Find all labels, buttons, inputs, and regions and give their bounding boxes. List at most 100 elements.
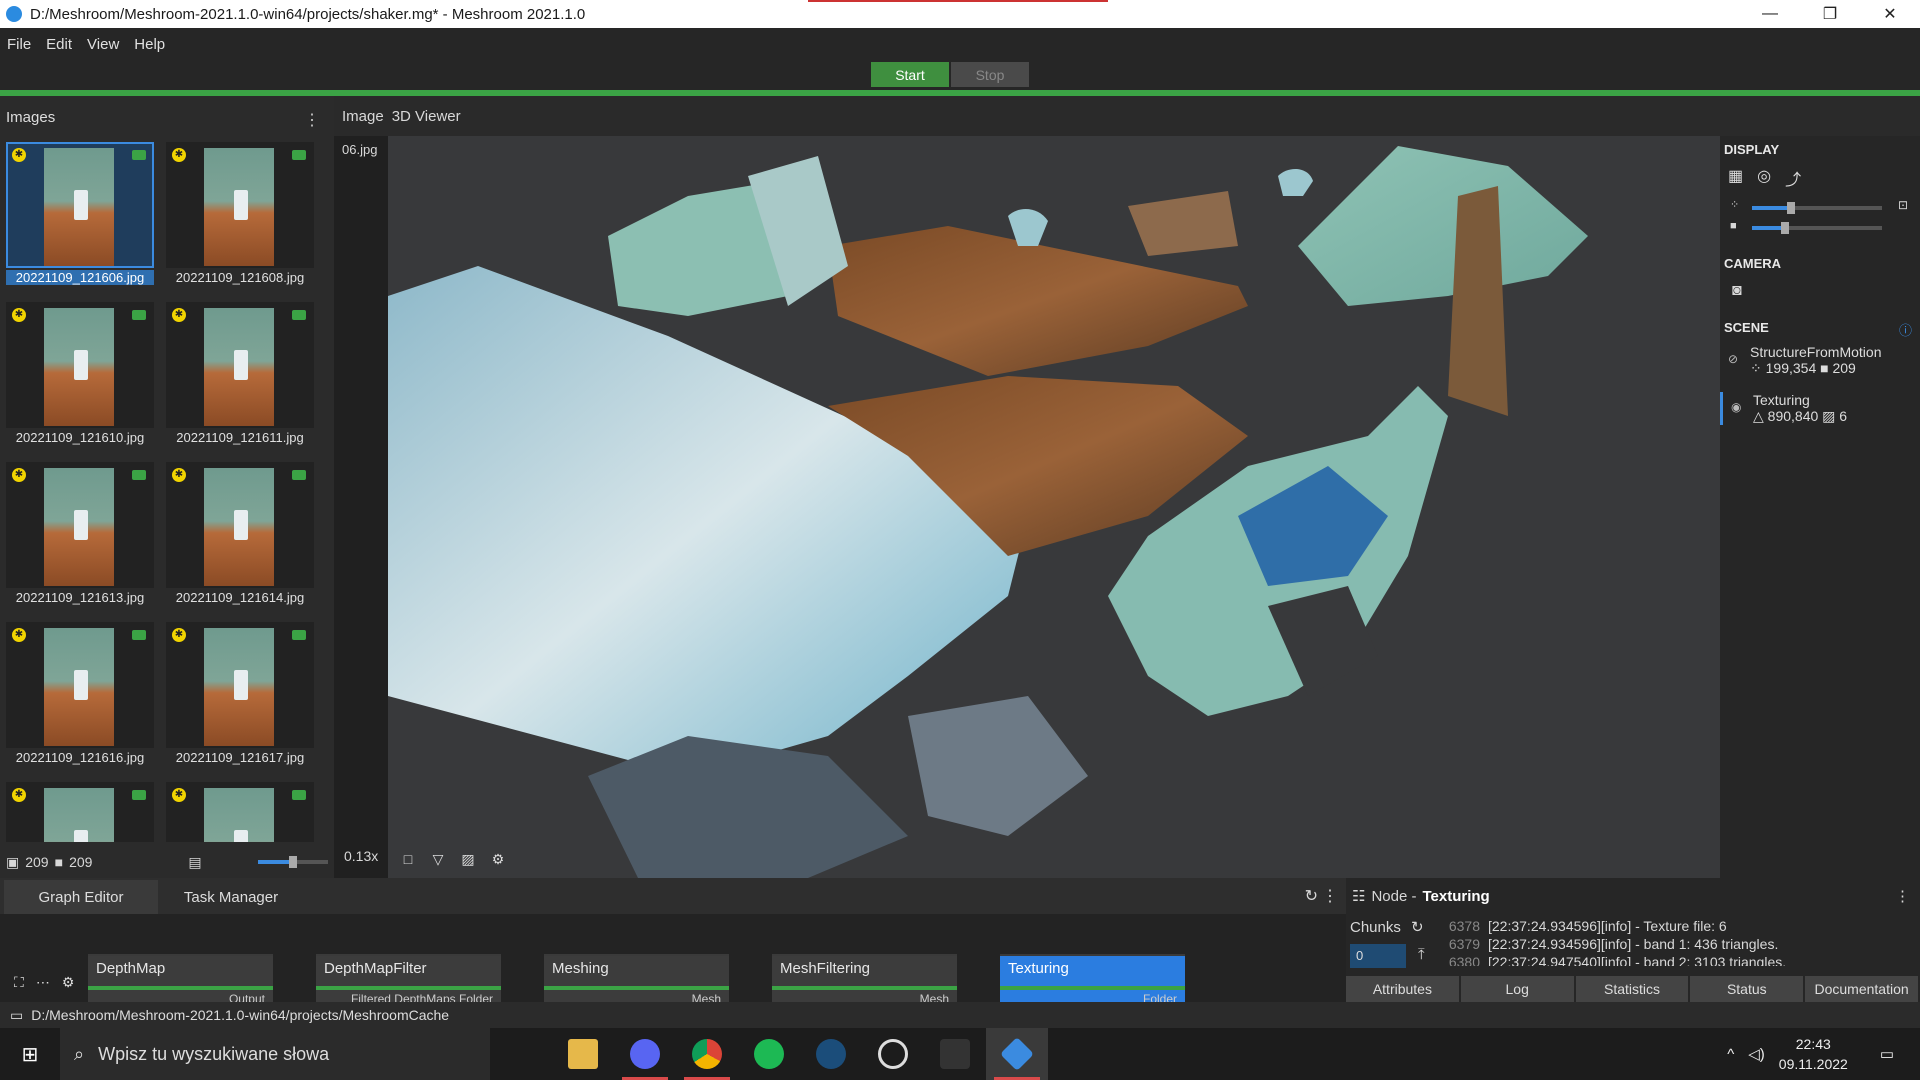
tab-log[interactable]: Log	[1460, 976, 1576, 1002]
chunks-list: Chunks ↻ 0 ⤒	[1350, 918, 1440, 968]
notion-icon[interactable]	[924, 1028, 986, 1080]
image-thumbnail[interactable]: ✱ 20221109_121614.jpg	[166, 462, 314, 612]
point-size-knob[interactable]	[1787, 202, 1795, 214]
image-thumbnail[interactable]: ✱ 20221109_121616.jpg	[6, 622, 154, 772]
triangle-icon[interactable]: ▽	[428, 851, 448, 868]
back-wall-shape	[1298, 146, 1588, 306]
graph-editor[interactable]: DepthMap Output DepthMapFilter Filtered …	[0, 914, 1346, 1002]
scene-section-title: SCENE	[1724, 320, 1769, 335]
fit-view-icon[interactable]: ⛶	[14, 974, 24, 991]
start-button[interactable]: Start	[871, 62, 949, 87]
node-menu-icon[interactable]: ⋮	[1895, 887, 1910, 905]
node-output: Output	[228, 992, 265, 1002]
image-thumbnail[interactable]: ✱	[166, 782, 314, 842]
menu-view[interactable]: View	[80, 36, 127, 53]
maximize-button[interactable]: ❐	[1800, 0, 1860, 28]
volume-icon[interactable]: ◁)	[1748, 1045, 1765, 1063]
tab-image[interactable]: Image	[342, 108, 384, 125]
images-menu-icon[interactable]: ⋮	[304, 110, 320, 130]
fit-icon[interactable]: ⊡	[1898, 198, 1908, 212]
refresh-icon[interactable]: ↻	[1305, 886, 1318, 906]
tab-documentation[interactable]: Documentation	[1805, 976, 1920, 1002]
thumbnail-photo	[204, 788, 274, 842]
tab-attributes[interactable]: Attributes	[1346, 976, 1461, 1002]
node-depthmap[interactable]: DepthMap Output	[88, 954, 273, 1002]
chunks-refresh-icon[interactable]: ↻	[1411, 919, 1424, 936]
image-thumbnail[interactable]: ✱ 20221109_121606.jpg	[6, 142, 154, 292]
graph-menu-icon[interactable]: ⋮	[1322, 886, 1338, 906]
info-icon[interactable]: ⓘ	[1899, 320, 1912, 339]
camera-icon	[292, 150, 306, 160]
node-status-bar	[544, 986, 729, 990]
node-output: Folder	[1142, 992, 1177, 1002]
node-texturing[interactable]: Texturing Folder	[1000, 954, 1185, 1002]
log-view[interactable]: 6378 [22:37:24.934596][info] - Texture fi…	[1444, 918, 1914, 966]
image-thumbnail[interactable]: ✱ 20221109_121613.jpg	[6, 462, 154, 612]
chevron-up-icon[interactable]: ^	[1727, 1046, 1734, 1063]
stop-button[interactable]: Stop	[951, 62, 1029, 87]
settings-icon[interactable]: ⚙	[488, 851, 508, 868]
image-thumbnail[interactable]: ✱ 20221109_121611.jpg	[166, 302, 314, 452]
chrome-icon[interactable]	[676, 1028, 738, 1080]
scroll-top-icon[interactable]: ⤒	[1418, 946, 1425, 963]
windows-start-icon[interactable]: ⊞	[0, 1028, 60, 1080]
node-meshing[interactable]: Meshing Mesh	[544, 954, 729, 1002]
axis-icon[interactable]: ⤴	[1785, 166, 1801, 190]
image-thumbnail[interactable]: ✱ 20221109_121617.jpg	[166, 622, 314, 772]
grid-icon[interactable]: ▦	[1728, 166, 1743, 190]
tab-status[interactable]: Status	[1690, 976, 1806, 1002]
image-thumbnail[interactable]: ✱ 20221109_121610.jpg	[6, 302, 154, 452]
search-icon: ⌕	[74, 1043, 85, 1064]
close-button[interactable]: ✕	[1860, 0, 1920, 28]
eye-icon[interactable]: ◉	[1731, 400, 1741, 414]
tab-graph-editor[interactable]: Graph Editor	[4, 880, 158, 914]
minimize-button[interactable]: —	[1740, 0, 1800, 28]
target-icon[interactable]: ◎	[1757, 166, 1771, 190]
node-depthmapfilter[interactable]: DepthMapFilter Filtered DepthMaps Folder	[316, 954, 501, 1002]
taskbar-search[interactable]: ⌕ Wpisz tu wyszukiwane słowa	[60, 1028, 490, 1080]
star-icon: ✱	[172, 788, 186, 802]
image-thumbnail[interactable]: ✱	[6, 782, 154, 842]
texture-icon[interactable]: ▨	[458, 851, 478, 868]
scene-item-sfm[interactable]: ⊘ StructureFromMotion ⁘ 199,354 ■ 209	[1720, 344, 1920, 377]
thumbnail-label: 20221109_121614.jpg	[175, 590, 305, 605]
graph-settings-icon[interactable]: ⚙	[62, 974, 75, 991]
tab-task-manager[interactable]: Task Manager	[158, 880, 304, 914]
cache-path[interactable]: D:/Meshroom/Meshroom-2021.1.0-win64/proj…	[31, 1007, 449, 1023]
notifications-icon[interactable]: ▭	[1880, 1045, 1894, 1063]
tab-statistics[interactable]: Statistics	[1575, 976, 1691, 1002]
meshroom-icon[interactable]	[986, 1028, 1048, 1080]
clock[interactable]: 22:43 09.11.2022	[1779, 1034, 1848, 1074]
3d-viewport[interactable]	[388, 136, 1720, 878]
thumbnail-size-icon[interactable]: ▤	[188, 854, 201, 871]
node-meshfiltering[interactable]: MeshFiltering Mesh	[772, 954, 957, 1002]
discord-icon[interactable]	[614, 1028, 676, 1080]
scene-item-texturing[interactable]: ◉ Texturing △ 890,840 ▨ 6	[1720, 392, 1920, 425]
chunk-item[interactable]: 0	[1350, 944, 1406, 968]
github-desktop-icon[interactable]	[862, 1028, 924, 1080]
hidden-eye-icon[interactable]: ⊘	[1728, 352, 1738, 366]
thumbnail-size-knob[interactable]	[289, 856, 297, 868]
square-icon[interactable]: □	[398, 851, 418, 867]
cup-shape	[74, 830, 88, 842]
image-thumbnail[interactable]: ✱ 20221109_121608.jpg	[166, 142, 314, 292]
star-icon: ✱	[12, 788, 26, 802]
steam-icon[interactable]	[800, 1028, 862, 1080]
tab-3d-viewer[interactable]: 3D Viewer	[392, 108, 461, 125]
spotify-icon[interactable]	[738, 1028, 800, 1080]
camera-size-knob[interactable]	[1780, 222, 1789, 234]
node-panel: ☷ Node - Texturing ⋮ Chunks ↻ 0 ⤒ 6378 [2…	[1346, 878, 1920, 1002]
point-size-slider[interactable]	[1752, 202, 1882, 214]
menu-file[interactable]: File	[0, 36, 39, 53]
reconstruction-mesh[interactable]	[388, 136, 1720, 878]
layout-icon[interactable]: ⋯	[36, 974, 50, 991]
screenshot-icon[interactable]: ◙	[1732, 282, 1742, 300]
camera-size-slider[interactable]	[1752, 222, 1882, 234]
menu-help[interactable]: Help	[127, 36, 173, 53]
system-tray: ^ ◁) 22:43 09.11.2022 ▭	[1727, 1028, 1920, 1080]
camera-icon	[132, 470, 146, 480]
thumbnail-size-slider[interactable]	[258, 856, 328, 868]
file-explorer-icon[interactable]	[552, 1028, 614, 1080]
folder-icon: ▭	[10, 1006, 24, 1023]
menu-edit[interactable]: Edit	[39, 36, 80, 53]
